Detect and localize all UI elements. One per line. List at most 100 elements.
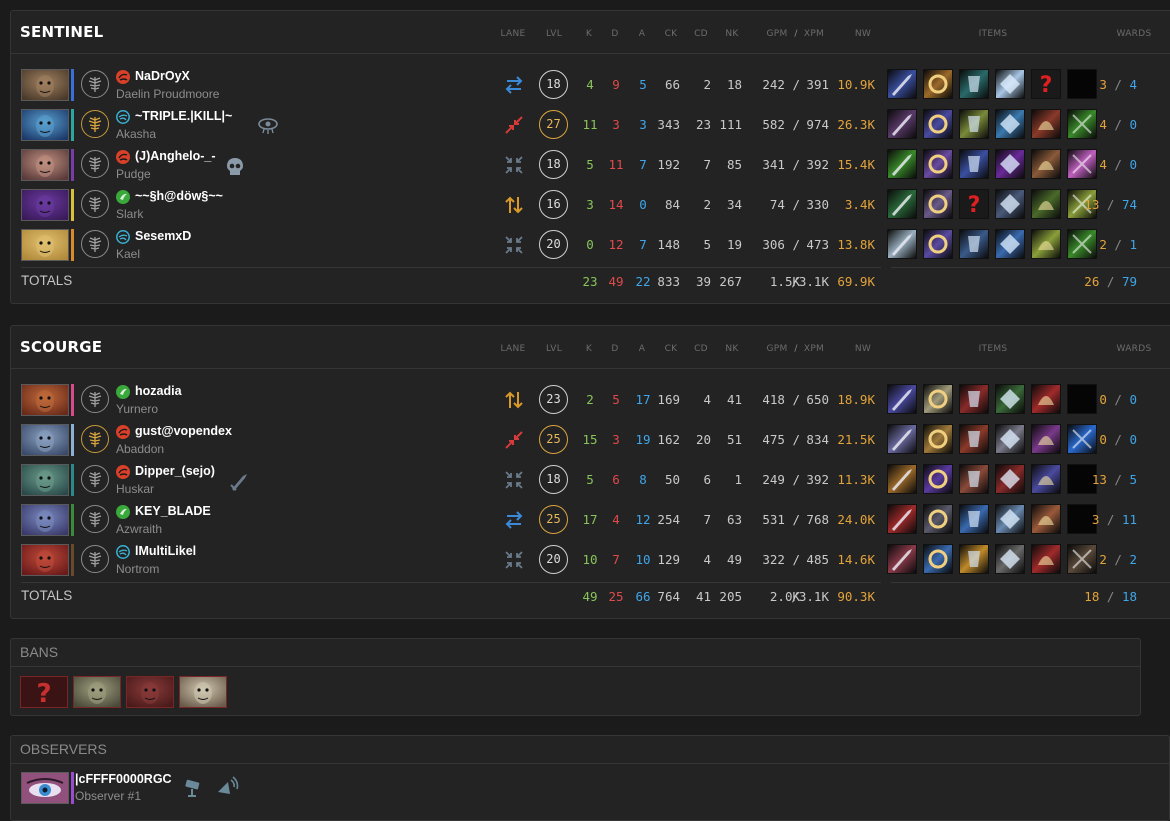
item-icon[interactable] [959,464,989,494]
item-icon[interactable] [959,424,989,454]
column-header-k[interactable]: K [586,29,592,39]
hero-portrait[interactable] [21,149,69,181]
unknown-item-icon[interactable]: ? [1031,69,1061,99]
unknown-icon[interactable]: ? [20,676,68,709]
item-icon[interactable] [923,109,953,139]
column-header-lvl[interactable]: LVL [546,344,562,354]
item-icon[interactable] [995,69,1025,99]
column-header-d[interactable]: D [611,344,618,354]
item-icon[interactable] [1031,464,1061,494]
item-icon[interactable] [1031,109,1061,139]
item-icon[interactable] [1067,149,1097,179]
item-icon[interactable] [887,109,917,139]
player-row[interactable]: (J)Anghelo-_- Pudge 18 5 11 7 192 7 85 341 / 392 15… [11,147,1170,187]
item-icon[interactable] [959,384,989,414]
item-icon[interactable] [887,424,917,454]
player-name[interactable]: gust@vopendex [135,424,232,438]
item-icon[interactable] [995,544,1025,574]
item-icon[interactable] [995,109,1025,139]
item-icon[interactable] [887,544,917,574]
broadcast-icon[interactable] [215,776,239,802]
item-icon[interactable] [1067,229,1097,259]
column-header-nk[interactable]: NK [725,29,738,39]
banned-hero-portrait[interactable] [179,676,227,708]
item-icon[interactable] [959,109,989,139]
column-header-lvl[interactable]: LVL [546,29,562,39]
hero-portrait[interactable] [21,384,69,416]
empty-item-slot[interactable] [1067,384,1097,414]
player-row[interactable]: KEY_BLADE Azwraith 25 17 4 12 254 7 63 531 / 768 24… [11,502,1170,542]
item-icon[interactable] [887,149,917,179]
player-name[interactable]: hozadia [135,384,182,398]
item-icon[interactable] [1067,424,1097,454]
hero-portrait[interactable] [21,189,69,221]
player-row[interactable]: lMultiLikel Nortrom 20 10 7 10 129 4 49 322 / 485 1… [11,542,1170,582]
banned-hero-portrait[interactable] [73,676,121,708]
item-icon[interactable] [995,229,1025,259]
item-icon[interactable] [887,504,917,534]
item-icon[interactable] [1031,189,1061,219]
column-header-xpm[interactable]: XPM [804,344,824,354]
item-icon[interactable] [959,229,989,259]
column-header-slash[interactable]: / [794,344,797,354]
item-icon[interactable] [1031,384,1061,414]
column-header-cd[interactable]: CD [694,344,708,354]
item-icon[interactable] [887,189,917,219]
item-icon[interactable] [1031,424,1061,454]
player-row[interactable]: SesemxD Kael 20 0 12 7 148 5 19 306 /473 13.8K 2 / … [11,227,1170,267]
player-name[interactable]: ~TRIPLE.|KILL|~ [135,109,232,123]
hero-portrait[interactable] [21,69,69,101]
column-header-a[interactable]: A [639,29,645,39]
item-icon[interactable] [923,149,953,179]
column-header-xpm[interactable]: XPM [804,29,824,39]
item-icon[interactable] [995,149,1025,179]
player-name[interactable]: NaDrOyX [135,69,190,83]
item-icon[interactable] [1031,149,1061,179]
column-header-ck[interactable]: CK [665,29,678,39]
hero-portrait[interactable] [21,544,69,576]
column-header-wards[interactable]: WARDS [1117,29,1152,39]
column-header-d[interactable]: D [611,29,618,39]
player-name[interactable]: SesemxD [135,229,191,243]
item-icon[interactable] [959,544,989,574]
item-icon[interactable] [959,504,989,534]
item-icon[interactable] [923,424,953,454]
item-icon[interactable] [923,229,953,259]
observer-name[interactable]: |cFFFF0000RGC [75,772,172,786]
item-icon[interactable] [959,69,989,99]
column-header-gpm[interactable]: GPM [766,344,787,354]
item-icon[interactable] [887,69,917,99]
observer-avatar[interactable] [21,772,69,804]
column-header-a[interactable]: A [639,344,645,354]
item-icon[interactable] [923,69,953,99]
column-header-lane[interactable]: LANE [501,29,526,39]
item-icon[interactable] [1031,544,1061,574]
column-header-items[interactable]: ITEMS [979,344,1008,354]
column-header-nw[interactable]: NW [855,29,871,39]
player-name[interactable]: KEY_BLADE [135,504,211,518]
item-icon[interactable] [887,384,917,414]
item-icon[interactable] [995,464,1025,494]
player-row[interactable]: gust@vopendex Abaddon 25 15 3 19 162 20 51 475 / 8… [11,422,1170,462]
column-header-items[interactable]: ITEMS [979,29,1008,39]
item-icon[interactable] [995,504,1025,534]
column-header-nk[interactable]: NK [725,344,738,354]
item-icon[interactable] [995,189,1025,219]
item-icon[interactable] [1031,229,1061,259]
item-icon[interactable] [887,464,917,494]
column-header-wards[interactable]: WARDS [1117,344,1152,354]
player-row[interactable]: ~TRIPLE.|KILL|~ Akasha 27 11 3 3 343 23 111 582 /… [11,107,1170,147]
column-header-ck[interactable]: CK [665,344,678,354]
hero-portrait[interactable] [21,109,69,141]
item-icon[interactable] [887,229,917,259]
player-name[interactable]: ~~§h@döw§~~ [135,189,223,203]
column-header-slash[interactable]: / [794,29,797,39]
player-name[interactable]: (J)Anghelo-_- [135,149,216,163]
item-icon[interactable] [1067,544,1097,574]
item-icon[interactable] [1067,109,1097,139]
item-icon[interactable] [995,424,1025,454]
item-icon[interactable] [959,149,989,179]
item-icon[interactable] [995,384,1025,414]
hero-portrait[interactable] [21,424,69,456]
column-header-nw[interactable]: NW [855,344,871,354]
